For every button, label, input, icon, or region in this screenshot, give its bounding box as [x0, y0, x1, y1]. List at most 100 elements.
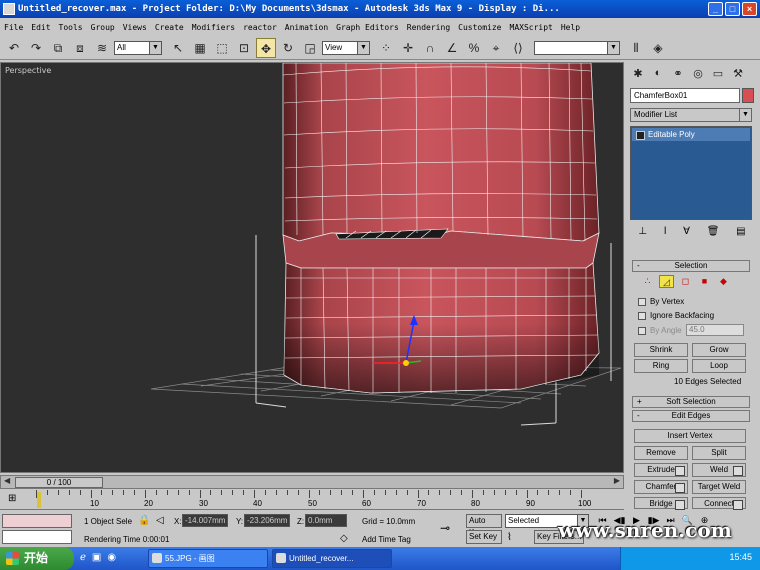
bind-space-warp-icon[interactable]: ≋: [92, 38, 112, 58]
set-key-button[interactable]: Set Key: [466, 530, 502, 544]
modifier-stack[interactable]: Editable Poly: [630, 126, 752, 220]
mirror-icon[interactable]: ⫴: [626, 38, 646, 58]
ignore-backfacing-checkbox[interactable]: Ignore Backfacing: [638, 311, 714, 320]
minimize-button[interactable]: _: [708, 2, 723, 16]
show-end-result-icon[interactable]: ǀ: [664, 226, 667, 242]
angle-snap-icon[interactable]: ∠: [442, 38, 462, 58]
create-tab-icon[interactable]: ✱: [628, 67, 648, 80]
angle-threshold-spinner[interactable]: 45.0: [686, 324, 744, 336]
menu-edit[interactable]: Edit: [27, 23, 54, 32]
border-mode-icon[interactable]: ◻: [678, 275, 693, 288]
menu-rendering[interactable]: Rendering: [403, 23, 454, 32]
pivot-center-icon[interactable]: ⁘: [376, 38, 396, 58]
menu-group[interactable]: Group: [87, 23, 119, 32]
viewport-label[interactable]: Perspective: [5, 66, 51, 75]
redo-icon[interactable]: ↷: [26, 38, 46, 58]
spinner-snap-icon[interactable]: ⌖: [486, 38, 506, 58]
select-and-manipulate-icon[interactable]: ✛: [398, 38, 418, 58]
select-and-move-icon[interactable]: ✥: [256, 37, 276, 58]
add-time-tag-button[interactable]: Add Time Tag: [362, 535, 411, 544]
select-object-icon[interactable]: ↖: [168, 38, 188, 58]
motion-tab-icon[interactable]: ◎: [688, 67, 708, 80]
loop-button[interactable]: Loop: [692, 359, 746, 373]
time-tag-icon[interactable]: ◇: [340, 533, 348, 544]
object-color-swatch[interactable]: [742, 88, 754, 103]
menu-help[interactable]: Help: [557, 23, 584, 32]
link-icon[interactable]: ⧉: [48, 38, 68, 58]
time-slider-thumb[interactable]: 0 / 100: [15, 477, 103, 488]
extrude-button[interactable]: Extrude: [634, 463, 688, 477]
select-and-scale-icon[interactable]: ◲: [300, 38, 320, 58]
polygon-mode-icon[interactable]: ■: [697, 275, 712, 288]
media-icon[interactable]: ◉: [107, 552, 116, 563]
z-coordinate-field[interactable]: 0.0mm: [305, 514, 347, 527]
taskbar-item-paint[interactable]: 55.JPG - 画图: [148, 549, 268, 568]
percent-snap-icon[interactable]: %: [464, 38, 484, 58]
split-button[interactable]: Split: [692, 446, 746, 460]
menu-animation[interactable]: Animation: [281, 23, 332, 32]
track-bar[interactable]: ⊞ 10 20 30 40 50 60 70 80 90 100: [0, 490, 624, 510]
hierarchy-tab-icon[interactable]: ⚭: [668, 67, 688, 80]
menu-maxscript[interactable]: MAXScript: [506, 23, 557, 32]
object-name-field[interactable]: ChamferBox01: [630, 88, 740, 103]
menu-reactor[interactable]: reactor: [239, 23, 281, 32]
select-by-name-icon[interactable]: ▦: [190, 38, 210, 58]
insert-vertex-button[interactable]: Insert Vertex: [634, 429, 746, 443]
menu-graph-editors[interactable]: Graph Editors: [332, 23, 403, 32]
maximize-button[interactable]: □: [725, 2, 740, 16]
target-weld-button[interactable]: Target Weld: [692, 480, 746, 494]
desktop-icon[interactable]: ▣: [92, 552, 101, 563]
select-and-rotate-icon[interactable]: ↻: [278, 38, 298, 58]
shrink-button[interactable]: Shrink: [634, 343, 688, 357]
close-button[interactable]: ×: [742, 2, 757, 16]
chamfer-button[interactable]: Chamfer: [634, 480, 688, 494]
modifier-list-dropdown[interactable]: Modifier List: [630, 108, 752, 122]
prev-frame-icon[interactable]: ◀: [4, 476, 10, 485]
by-angle-checkbox[interactable]: By Angle: [638, 326, 682, 335]
vertex-mode-icon[interactable]: ∴: [640, 275, 655, 288]
edit-named-selection-icon[interactable]: ⟨⟩: [508, 38, 528, 58]
absolute-mode-icon[interactable]: ◁: [156, 515, 164, 526]
y-coordinate-field[interactable]: -23.206mm: [244, 514, 290, 527]
menu-customize[interactable]: Customize: [454, 23, 505, 32]
soft-selection-rollout[interactable]: + Soft Selection: [632, 396, 750, 408]
x-coordinate-field[interactable]: -14.007mm: [182, 514, 228, 527]
snap-toggle-icon[interactable]: ∩: [420, 38, 440, 58]
edit-edges-rollout[interactable]: - Edit Edges: [632, 410, 750, 422]
configure-sets-icon[interactable]: ▤: [736, 226, 745, 242]
menu-views[interactable]: Views: [119, 23, 151, 32]
window-crossing-icon[interactable]: ⊡: [234, 38, 254, 58]
utilities-tab-icon[interactable]: ⚒: [728, 67, 748, 80]
connect-button[interactable]: Connect: [692, 497, 746, 510]
stack-item-editable-poly[interactable]: Editable Poly: [632, 128, 750, 141]
grow-button[interactable]: Grow: [692, 343, 746, 357]
undo-icon[interactable]: ↶: [4, 38, 24, 58]
align-icon[interactable]: ◈: [648, 38, 668, 58]
remove-button[interactable]: Remove: [634, 446, 688, 460]
key-mode-icon[interactable]: ⌇: [507, 532, 512, 543]
set-key-key-icon[interactable]: ⊸: [440, 521, 450, 535]
menu-file[interactable]: File: [0, 23, 27, 32]
display-tab-icon[interactable]: ▭: [708, 67, 728, 80]
ie-icon[interactable]: ℯ: [80, 552, 86, 563]
bridge-button[interactable]: Bridge: [634, 497, 688, 510]
maxscript-listener-white[interactable]: [2, 530, 72, 544]
unlink-icon[interactable]: ⧈: [70, 38, 90, 58]
lock-selection-icon[interactable]: 🔒: [138, 515, 150, 526]
maxscript-listener-pink[interactable]: [2, 514, 72, 528]
auto-key-button[interactable]: Auto Key: [466, 514, 502, 537]
perspective-viewport[interactable]: Perspective: [0, 62, 624, 473]
element-mode-icon[interactable]: ◆: [716, 275, 731, 288]
pin-stack-icon[interactable]: ⊥: [638, 226, 647, 242]
named-selection-dropdown[interactable]: [534, 40, 620, 55]
selection-region-icon[interactable]: ⬚: [212, 38, 232, 58]
next-frame-icon[interactable]: ▶: [614, 476, 620, 485]
time-slider[interactable]: ◀ 0 / 100 ▶: [0, 475, 624, 489]
selection-filter-dropdown[interactable]: All: [114, 40, 162, 55]
reference-coordinate-dropdown[interactable]: View: [322, 40, 370, 55]
remove-modifier-icon[interactable]: 🗑: [707, 226, 720, 242]
selection-rollout[interactable]: - Selection: [632, 260, 750, 272]
make-unique-icon[interactable]: ∀: [683, 226, 690, 242]
edge-mode-icon[interactable]: ◿: [659, 275, 674, 288]
taskbar-item-3dsmax[interactable]: Untitled_recover...: [272, 549, 392, 568]
